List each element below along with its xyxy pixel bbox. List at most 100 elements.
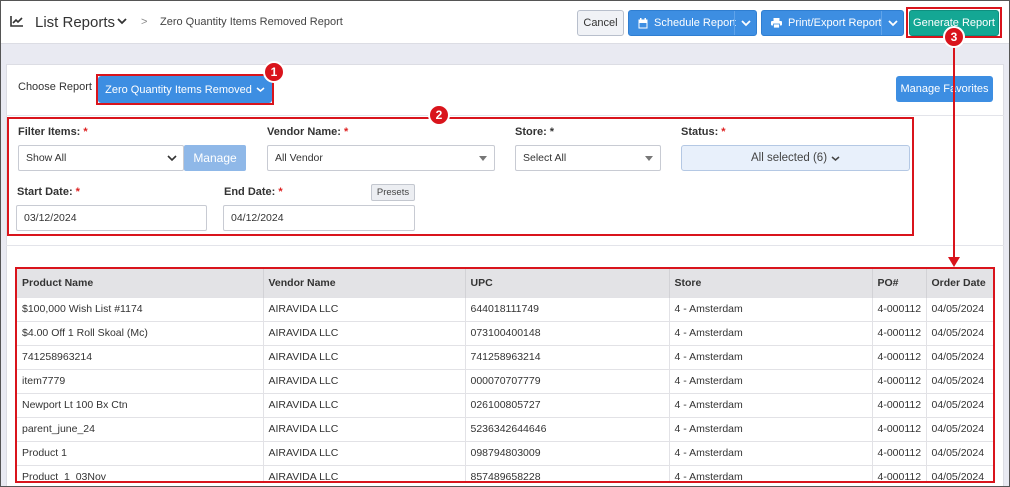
cell-order-date: 04/05/2024 (926, 344, 994, 369)
table-row: Product_1_03Nov AIRAVIDA LLC 85748965822… (17, 464, 994, 483)
chevron-down-icon[interactable] (116, 16, 128, 26)
divider (6, 115, 1004, 116)
manage-favorites-button[interactable]: Manage Favorites (896, 76, 993, 102)
cell-store: 4 - Amsterdam (669, 464, 873, 483)
chevron-down-icon (740, 20, 751, 27)
cell-upc: 644018111749 (465, 296, 670, 321)
vendor-name-select[interactable]: All Vendor (267, 145, 495, 171)
cell-upc: 073100400148 (465, 320, 670, 345)
print-export-label: Print/Export Report (788, 17, 882, 29)
cell-vendor-name: AIRAVIDA LLC (263, 368, 466, 393)
divider (6, 245, 1004, 246)
column-header-upc[interactable]: UPC (465, 269, 670, 297)
cell-po: 4-000112 (872, 296, 927, 321)
filter-items-label: Filter Items: * (18, 126, 88, 138)
manage-button[interactable]: Manage (184, 145, 246, 171)
print-dropdown-toggle[interactable] (881, 11, 903, 35)
annotation-arrow-head (948, 257, 960, 267)
presets-button[interactable]: Presets (371, 184, 415, 201)
cell-upc: 5236342644646 (465, 416, 670, 441)
filter-items-select[interactable]: Show All (18, 145, 184, 171)
column-header-vendor-name[interactable]: Vendor Name (263, 269, 466, 297)
chevron-down-icon (831, 155, 840, 161)
chart-icon (10, 16, 23, 27)
start-date-label: Start Date: * (17, 186, 80, 198)
cell-vendor-name: AIRAVIDA LLC (263, 296, 466, 321)
cancel-button[interactable]: Cancel (577, 10, 624, 36)
cell-po: 4-000112 (872, 416, 927, 441)
table-row: item7779 AIRAVIDA LLC 000070707779 4 - A… (17, 368, 994, 393)
table-row: Product 1 AIRAVIDA LLC 098794803009 4 - … (17, 440, 994, 465)
table-row: Newport Lt 100 Bx Ctn AIRAVIDA LLC 02610… (17, 392, 994, 417)
table-row: $4.00 Off 1 Roll Skoal (Mc) AIRAVIDA LLC… (17, 320, 994, 345)
column-header-product-name[interactable]: Product Name (17, 269, 264, 297)
start-date-input[interactable]: 03/12/2024 (16, 205, 207, 231)
column-header-store[interactable]: Store (669, 269, 873, 297)
cell-po: 4-000112 (872, 464, 927, 483)
column-header-po[interactable]: PO# (872, 269, 927, 297)
cell-vendor-name: AIRAVIDA LLC (263, 440, 466, 465)
cell-po: 4-000112 (872, 320, 927, 345)
cell-vendor-name: AIRAVIDA LLC (263, 320, 466, 345)
page-title: List Reports (35, 14, 116, 31)
cell-order-date: 04/05/2024 (926, 464, 994, 483)
status-multiselect[interactable]: All selected (6) (681, 145, 910, 171)
end-date-input[interactable]: 04/12/2024 (223, 205, 415, 231)
column-header-order-date[interactable]: Order Date (926, 269, 994, 297)
cell-product-name: $100,000 Wish List #1174 (17, 296, 264, 321)
schedule-dropdown-toggle[interactable] (734, 11, 756, 35)
cell-product-name: Product_1_03Nov (17, 464, 264, 483)
annotation-badge: 3 (943, 26, 965, 48)
cell-product-name: item7779 (17, 368, 264, 393)
table-row: 741258963214 AIRAVIDA LLC 741258963214 4… (17, 344, 994, 369)
choose-report-label: Choose Report (18, 81, 92, 93)
cell-store: 4 - Amsterdam (669, 440, 873, 465)
calendar-icon (638, 17, 648, 28)
annotation-badge: 2 (428, 104, 450, 126)
cell-store: 4 - Amsterdam (669, 296, 873, 321)
cell-product-name: 741258963214 (17, 344, 264, 369)
cell-store: 4 - Amsterdam (669, 344, 873, 369)
choose-report-value: Zero Quantity Items Removed (105, 83, 252, 96)
cell-product-name: Product 1 (17, 440, 264, 465)
store-label: Store: * (515, 126, 555, 138)
cell-product-name: $4.00 Off 1 Roll Skoal (Mc) (17, 320, 264, 345)
table-header-row: Product Name Vendor Name UPC Store PO# O… (17, 269, 994, 297)
cell-upc: 857489658228 (465, 464, 670, 483)
end-date-label: End Date: * (224, 186, 283, 198)
cell-upc: 000070707779 (465, 368, 670, 393)
cell-product-name: Newport Lt 100 Bx Ctn (17, 392, 264, 417)
cell-po: 4-000112 (872, 440, 927, 465)
cell-store: 4 - Amsterdam (669, 320, 873, 345)
cell-upc: 741258963214 (465, 344, 670, 369)
cell-order-date: 04/05/2024 (926, 368, 994, 393)
choose-report-dropdown[interactable]: Zero Quantity Items Removed (98, 76, 272, 103)
chevron-down-icon (887, 20, 898, 27)
cell-vendor-name: AIRAVIDA LLC (263, 464, 466, 483)
table-row: parent_june_24 AIRAVIDA LLC 523634264464… (17, 416, 994, 441)
cell-vendor-name: AIRAVIDA LLC (263, 416, 466, 441)
cell-product-name: parent_june_24 (17, 416, 264, 441)
cell-vendor-name: AIRAVIDA LLC (263, 392, 466, 417)
print-export-button[interactable]: Print/Export Report (761, 10, 904, 36)
cell-vendor-name: AIRAVIDA LLC (263, 344, 466, 369)
vendor-name-label: Vendor Name: * (267, 126, 349, 138)
cell-order-date: 04/05/2024 (926, 320, 994, 345)
chevron-down-icon (167, 155, 177, 162)
chevron-down-icon (256, 87, 265, 92)
cell-order-date: 04/05/2024 (926, 296, 994, 321)
cell-upc: 026100805727 (465, 392, 670, 417)
breadcrumb: Zero Quantity Items Removed Report (160, 16, 343, 28)
schedule-report-button[interactable]: Schedule Report (628, 10, 757, 36)
cell-store: 4 - Amsterdam (669, 392, 873, 417)
cell-po: 4-000112 (872, 368, 927, 393)
status-label: Status: * (681, 126, 726, 138)
breadcrumb-separator: > (141, 16, 148, 28)
cell-order-date: 04/05/2024 (926, 440, 994, 465)
cell-upc: 098794803009 (465, 440, 670, 465)
store-select[interactable]: Select All (515, 145, 661, 171)
report-table: Product Name Vendor Name UPC Store PO# O… (17, 269, 994, 483)
cell-po: 4-000112 (872, 344, 927, 369)
cell-order-date: 04/05/2024 (926, 416, 994, 441)
annotation-badge: 1 (263, 61, 285, 83)
